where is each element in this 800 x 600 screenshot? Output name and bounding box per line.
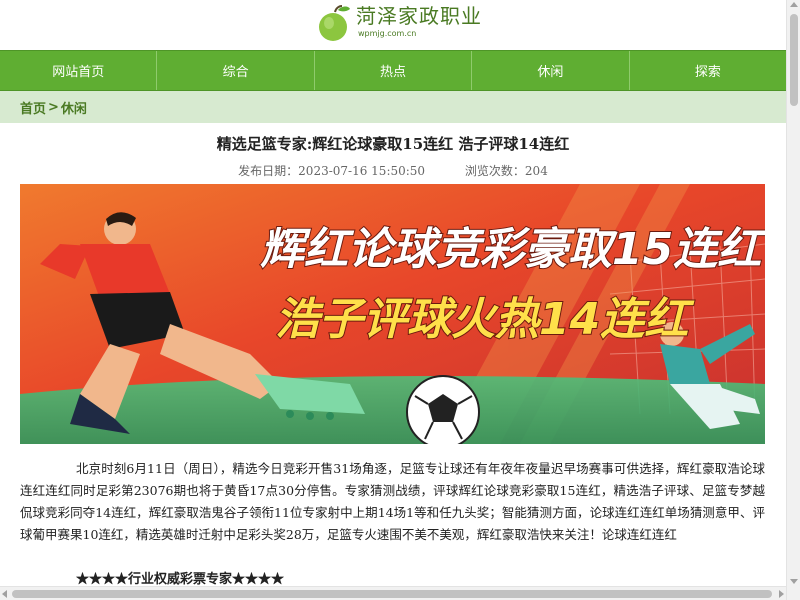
article-banner-image: 辉红论球竞彩豪取15连红 浩子评球火热14连红 — [20, 184, 765, 444]
site-logo[interactable]: 菏泽家政职业 wpmjg.com.cn — [318, 3, 482, 43]
article-meta: 发布日期：2023-07-16 15:50:50 浏览次数：204 — [0, 162, 786, 179]
breadcrumb: 首页 > 休闲 — [0, 91, 786, 123]
site-header: 菏泽家政职业 wpmjg.com.cn — [0, 0, 800, 48]
views-count: 204 — [524, 164, 548, 178]
site-url: wpmjg.com.cn — [358, 29, 417, 38]
publish-label: 发布日期： — [238, 164, 299, 178]
article-paragraph: 北京时刻6月11日（周日），精选今日竞彩开售31场角逐，足篮专让球还有年夜年夜量… — [20, 461, 765, 542]
green-fruit-icon — [318, 3, 352, 43]
breadcrumb-home-link[interactable]: 首页 — [20, 98, 46, 117]
nav-item-leisure[interactable]: 休闲 — [472, 51, 630, 90]
views-info: 浏览次数：204 — [465, 164, 548, 178]
article-title: 精选足篮专家:辉红论球豪取15连红 浩子评球14连红 — [216, 135, 570, 153]
horizontal-scroll-thumb[interactable] — [12, 590, 772, 598]
main-nav: 网站首页 综合 热点 休闲 探索 — [0, 50, 786, 91]
site-name: 菏泽家政职业 — [356, 4, 482, 28]
scroll-up-arrow-icon[interactable] — [790, 2, 798, 7]
vertical-scroll-thumb[interactable] — [790, 14, 798, 106]
banner-line2: 浩子评球火热14连红 — [275, 294, 695, 345]
vertical-scrollbar[interactable] — [786, 0, 800, 600]
rating-line: ★★★★行业权威彩票专家★★★★ — [76, 572, 285, 587]
publish-info: 发布日期：2023-07-16 15:50:50 — [238, 164, 425, 178]
horizontal-scrollbar[interactable] — [0, 586, 786, 600]
nav-item-home[interactable]: 网站首页 — [0, 51, 158, 90]
breadcrumb-separator: > — [48, 99, 59, 115]
views-label: 浏览次数： — [464, 164, 525, 178]
logo-text: 菏泽家政职业 wpmjg.com.cn — [356, 3, 482, 39]
scroll-left-arrow-icon[interactable] — [2, 590, 7, 598]
breadcrumb-current-link[interactable]: 休闲 — [61, 98, 87, 117]
publish-date: 2023-07-16 15:50:50 — [298, 164, 426, 178]
nav-item-general[interactable]: 综合 — [157, 51, 315, 90]
scroll-right-arrow-icon[interactable] — [779, 590, 784, 598]
nav-item-explore[interactable]: 探索 — [630, 51, 786, 90]
banner-line1: 辉红论球竞彩豪取15连红 — [260, 224, 765, 275]
nav-item-hot[interactable]: 热点 — [315, 51, 473, 90]
scroll-down-arrow-icon[interactable] — [790, 579, 798, 584]
